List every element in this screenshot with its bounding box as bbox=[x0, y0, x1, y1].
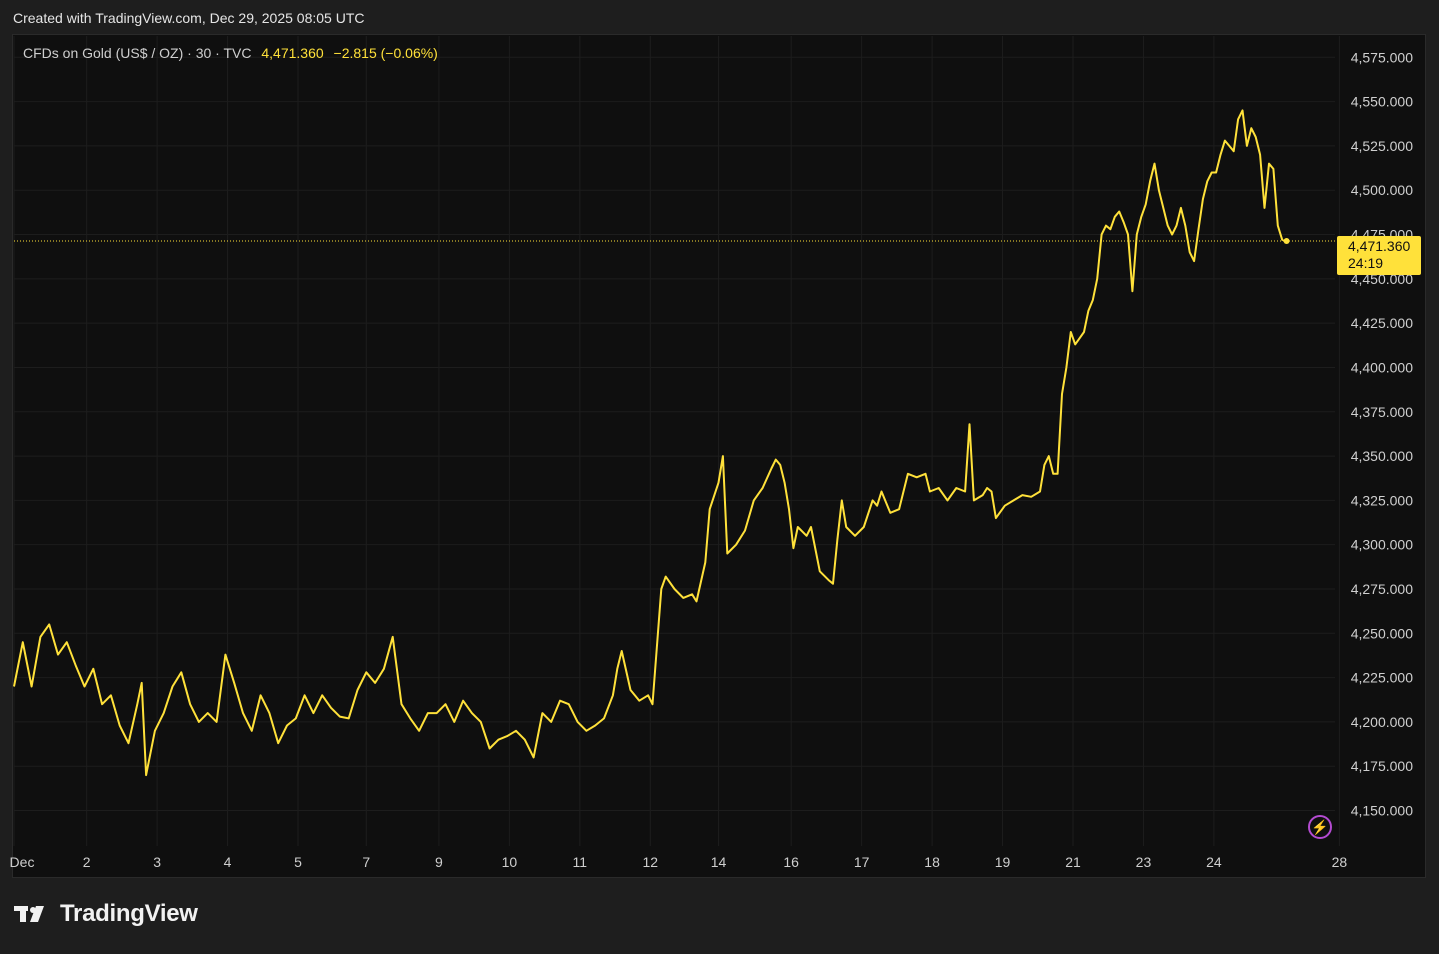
y-tick-label: 4,575.000 bbox=[1351, 49, 1413, 65]
x-tick-label: 9 bbox=[435, 854, 443, 870]
bar-countdown: 24:19 bbox=[1348, 255, 1384, 271]
chart-legend: CFDs on Gold (US$ / OZ) · 30 · TVC 4,471… bbox=[23, 45, 438, 61]
x-tick-label: 16 bbox=[783, 854, 799, 870]
y-tick-label: 4,350.000 bbox=[1351, 448, 1413, 464]
y-tick-label: 4,375.000 bbox=[1351, 404, 1413, 420]
tradingview-mark-icon bbox=[14, 906, 44, 922]
y-tick-label: 4,500.000 bbox=[1351, 182, 1413, 198]
x-tick-label: 17 bbox=[854, 854, 870, 870]
x-tick-label: 14 bbox=[711, 854, 727, 870]
x-tick-label: 2 bbox=[83, 854, 91, 870]
x-tick-label: 7 bbox=[362, 854, 370, 870]
y-tick-label: 4,425.000 bbox=[1351, 315, 1413, 331]
x-tick-label: 21 bbox=[1065, 854, 1081, 870]
price-chart[interactable]: 4,575.000 4,550.000 4,525.000 4,500.000 4,47… bbox=[0, 0, 1439, 954]
tradingview-logo[interactable]: TradingView bbox=[14, 900, 198, 928]
brand-name: TradingView bbox=[60, 900, 198, 927]
y-tick-label: 4,300.000 bbox=[1351, 537, 1413, 553]
x-tick-label: 18 bbox=[924, 854, 940, 870]
y-tick-label: 4,225.000 bbox=[1351, 670, 1413, 686]
x-tick-label: 4 bbox=[224, 854, 232, 870]
y-tick-label: 4,250.000 bbox=[1351, 625, 1413, 641]
y-tick-label: 4,275.000 bbox=[1351, 581, 1413, 597]
current-price-badge: 4,471.360 24:19 bbox=[1337, 236, 1421, 275]
y-tick-label: 4,200.000 bbox=[1351, 714, 1413, 730]
x-tick-label: 11 bbox=[573, 854, 588, 870]
legend-change: −2.815 (−0.06%) bbox=[333, 45, 438, 61]
x-tick-label: Dec bbox=[10, 854, 35, 870]
y-tick-label: 4,550.000 bbox=[1351, 94, 1413, 110]
y-tick-label: 4,325.000 bbox=[1351, 492, 1413, 508]
y-tick-label: 4,525.000 bbox=[1351, 138, 1413, 154]
lightning-icon[interactable]: ⚡ bbox=[1308, 815, 1332, 839]
x-tick-label: 3 bbox=[153, 854, 161, 870]
y-tick-label: 4,175.000 bbox=[1351, 758, 1413, 774]
legend-symbol: CFDs on Gold (US$ / OZ) · 30 · TVC bbox=[23, 45, 252, 61]
x-tick-label: 5 bbox=[294, 854, 302, 870]
last-price-dot bbox=[1283, 237, 1290, 244]
y-tick-label: 4,400.000 bbox=[1351, 359, 1413, 375]
x-tick-label: 28 bbox=[1332, 854, 1348, 870]
x-tick-label: 19 bbox=[995, 854, 1011, 870]
y-tick-label: 4,150.000 bbox=[1351, 803, 1413, 819]
x-tick-label: 10 bbox=[502, 854, 518, 870]
current-price-value: 4,471.360 bbox=[1348, 238, 1411, 254]
x-tick-label: 23 bbox=[1136, 854, 1152, 870]
x-tick-label: 24 bbox=[1206, 854, 1222, 870]
x-tick-label: 12 bbox=[642, 854, 658, 870]
legend-price: 4,471.360 bbox=[261, 45, 324, 61]
